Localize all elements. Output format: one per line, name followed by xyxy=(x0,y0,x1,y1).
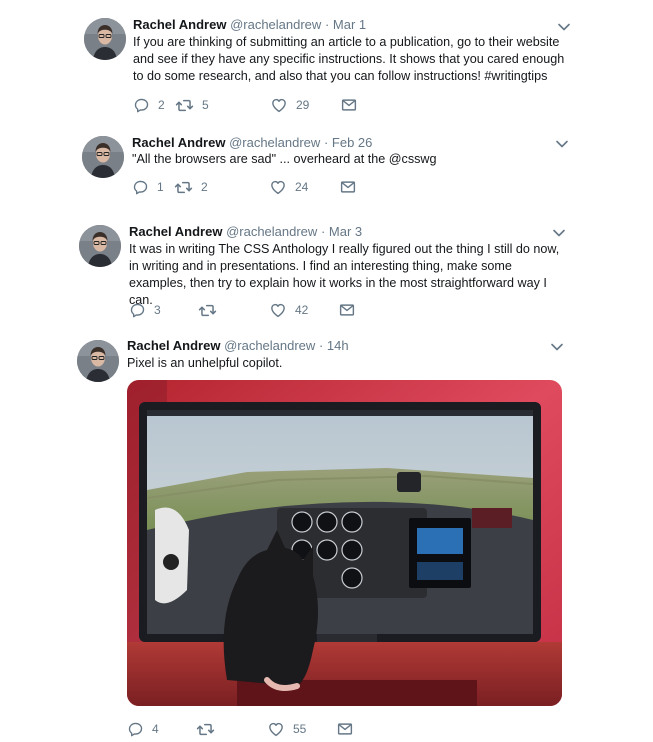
chevron-down-icon[interactable] xyxy=(555,139,569,149)
tweet-actions: 4 55 xyxy=(127,720,367,738)
author-name[interactable]: Rachel Andrew xyxy=(132,135,225,150)
like-button[interactable]: 24 xyxy=(269,178,308,196)
cat-flight-simulator-image xyxy=(127,380,562,706)
mail-icon xyxy=(340,96,358,114)
tweet-header: Rachel Andrew @rachelandrew · Mar 3 xyxy=(129,224,362,240)
like-button[interactable]: 55 xyxy=(267,720,306,738)
author-name[interactable]: Rachel Andrew xyxy=(133,17,226,32)
separator: · xyxy=(320,224,326,239)
tweet-photo[interactable] xyxy=(127,380,562,706)
tweet-header: Rachel Andrew @rachelandrew · Mar 1 xyxy=(133,17,366,33)
tweet-date[interactable]: Feb 26 xyxy=(332,135,372,150)
reply-count: 1 xyxy=(157,180,164,194)
reply-button[interactable]: 3 xyxy=(129,301,161,319)
mail-icon xyxy=(336,720,354,738)
author-handle[interactable]: @rachelandrew xyxy=(224,338,315,353)
tweet-text: "All the browsers are sad" ... overheard… xyxy=(132,152,437,166)
tweet-date[interactable]: 14h xyxy=(327,338,349,353)
like-button[interactable]: 29 xyxy=(270,96,309,114)
retweet-icon xyxy=(198,301,217,320)
retweet-icon xyxy=(196,720,215,739)
reply-button[interactable]: 4 xyxy=(127,720,159,738)
mail-icon xyxy=(338,301,356,319)
direct-message-button[interactable] xyxy=(339,178,357,196)
direct-message-button[interactable] xyxy=(336,720,354,738)
chevron-down-icon[interactable] xyxy=(557,22,571,32)
chevron-down-icon[interactable] xyxy=(550,342,564,352)
retweet-button[interactable]: 2 xyxy=(174,178,208,196)
reply-count: 2 xyxy=(158,98,165,112)
separator: · xyxy=(323,135,329,150)
like-count: 29 xyxy=(296,98,310,112)
heart-icon xyxy=(269,178,287,196)
retweet-button[interactable]: 5 xyxy=(175,96,209,114)
tweet-text: If you are thinking of submitting an art… xyxy=(133,35,565,83)
reply-icon xyxy=(133,97,150,114)
tweet-header: Rachel Andrew @rachelandrew · Feb 26 xyxy=(132,135,372,151)
author-name[interactable]: Rachel Andrew xyxy=(129,224,222,239)
heart-icon xyxy=(270,96,288,114)
tweet-text: Pixel is an unhelpful copilot. xyxy=(127,356,283,370)
reply-count: 4 xyxy=(152,722,159,736)
tweet-actions: 1 2 24 xyxy=(132,178,372,196)
tweet-text: It was in writing The CSS Anthology I re… xyxy=(129,242,560,307)
heart-icon xyxy=(267,720,285,738)
author-handle[interactable]: @rachelandrew xyxy=(229,135,320,150)
reply-button[interactable]: 1 xyxy=(132,178,164,196)
like-count: 24 xyxy=(295,180,309,194)
author-handle[interactable]: @rachelandrew xyxy=(226,224,317,239)
direct-message-button[interactable] xyxy=(338,301,356,319)
retweet-icon xyxy=(174,178,193,197)
reply-icon xyxy=(127,721,144,738)
chevron-down-icon[interactable] xyxy=(552,228,566,238)
retweet-icon xyxy=(175,96,194,115)
author-name[interactable]: Rachel Andrew xyxy=(127,338,220,353)
tweet-date[interactable]: Mar 1 xyxy=(333,17,366,32)
tweet-actions: 3 42 xyxy=(129,301,369,319)
tweet-header: Rachel Andrew @rachelandrew · 14h xyxy=(127,338,349,354)
heart-icon xyxy=(269,301,287,319)
like-button[interactable]: 42 xyxy=(269,301,308,319)
avatar[interactable] xyxy=(77,340,119,382)
retweet-button[interactable] xyxy=(198,301,225,319)
separator: · xyxy=(324,17,330,32)
avatar[interactable] xyxy=(82,136,124,178)
reply-icon xyxy=(132,179,149,196)
reply-button[interactable]: 2 xyxy=(133,96,165,114)
tweet-date[interactable]: Mar 3 xyxy=(329,224,362,239)
reply-icon xyxy=(129,302,146,319)
author-handle[interactable]: @rachelandrew xyxy=(230,17,321,32)
separator: · xyxy=(318,338,324,353)
mail-icon xyxy=(339,178,357,196)
retweet-button[interactable] xyxy=(196,720,223,738)
retweet-count: 2 xyxy=(201,180,208,194)
like-count: 42 xyxy=(295,303,309,317)
avatar[interactable] xyxy=(84,18,126,60)
reply-count: 3 xyxy=(154,303,161,317)
retweet-count: 5 xyxy=(202,98,209,112)
like-count: 55 xyxy=(293,722,307,736)
direct-message-button[interactable] xyxy=(340,96,358,114)
tweet-actions: 2 5 29 xyxy=(133,96,373,114)
avatar[interactable] xyxy=(79,225,121,267)
